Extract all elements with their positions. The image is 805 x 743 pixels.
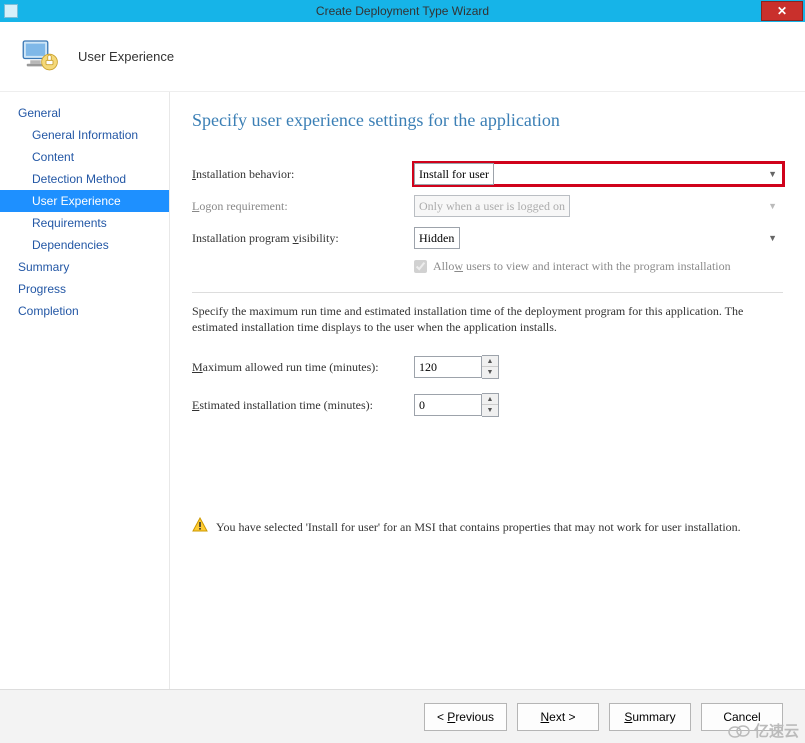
spinner-down-icon[interactable]: ▼ (482, 367, 498, 378)
runtime-description: Specify the maximum run time and estimat… (192, 303, 783, 335)
warning-text: You have selected 'Install for user' for… (216, 520, 741, 535)
nav-detection[interactable]: Detection Method (0, 168, 169, 190)
spinner-down-icon[interactable]: ▼ (482, 405, 498, 416)
allow-interact-label: Allow users to view and interact with th… (433, 259, 731, 274)
visibility-select[interactable]: Hidden (414, 227, 460, 249)
allow-interact-checkbox (414, 260, 427, 273)
spinner-up-icon[interactable]: ▲ (482, 356, 498, 367)
nav-completion[interactable]: Completion (0, 300, 169, 322)
previous-button[interactable]: < Previous (424, 703, 507, 731)
est-time-input[interactable] (414, 394, 482, 416)
close-button[interactable]: ✕ (761, 1, 803, 21)
est-time-label: Estimated installation time (minutes): (192, 398, 414, 413)
chevron-down-icon: ▼ (768, 201, 777, 211)
logon-requirement-label: Logon requirement: (192, 199, 414, 214)
visibility-label: Installation program visibility: (192, 231, 414, 246)
spinner-up-icon[interactable]: ▲ (482, 394, 498, 405)
warning-icon (192, 517, 208, 537)
next-button[interactable]: Next > (517, 703, 599, 731)
computer-icon (18, 34, 60, 79)
page-title: Specify user experience settings for the… (192, 110, 783, 131)
header-title: User Experience (78, 49, 174, 64)
install-behavior-label: Installation behavior: (192, 167, 414, 182)
nav-user-experience[interactable]: User Experience (0, 190, 169, 212)
wizard-sidebar: General General Information Content Dete… (0, 92, 170, 692)
max-runtime-label: Maximum allowed run time (minutes): (192, 360, 414, 375)
nav-dependencies[interactable]: Dependencies (0, 234, 169, 256)
watermark: 亿速云 (728, 720, 799, 741)
max-runtime-input[interactable] (414, 356, 482, 378)
divider (192, 292, 783, 293)
chevron-down-icon: ▼ (768, 233, 777, 243)
main-panel: Specify user experience settings for the… (170, 92, 805, 692)
summary-button[interactable]: Summary (609, 703, 691, 731)
nav-content[interactable]: Content (0, 146, 169, 168)
button-bar: < Previous Next > Summary Cancel (0, 689, 805, 743)
install-behavior-select[interactable]: Install for user (414, 163, 494, 185)
nav-general[interactable]: General (0, 102, 169, 124)
nav-requirements[interactable]: Requirements (0, 212, 169, 234)
title-bar: Create Deployment Type Wizard ✕ (0, 0, 805, 22)
warning-message: You have selected 'Install for user' for… (192, 517, 783, 537)
nav-progress[interactable]: Progress (0, 278, 169, 300)
app-icon (4, 4, 18, 18)
wizard-header: User Experience (0, 22, 805, 92)
chevron-down-icon: ▼ (768, 169, 777, 179)
logon-requirement-select: Only when a user is logged on (414, 195, 570, 217)
nav-general-info[interactable]: General Information (0, 124, 169, 146)
nav-summary[interactable]: Summary (0, 256, 169, 278)
window-title: Create Deployment Type Wizard (0, 4, 805, 18)
